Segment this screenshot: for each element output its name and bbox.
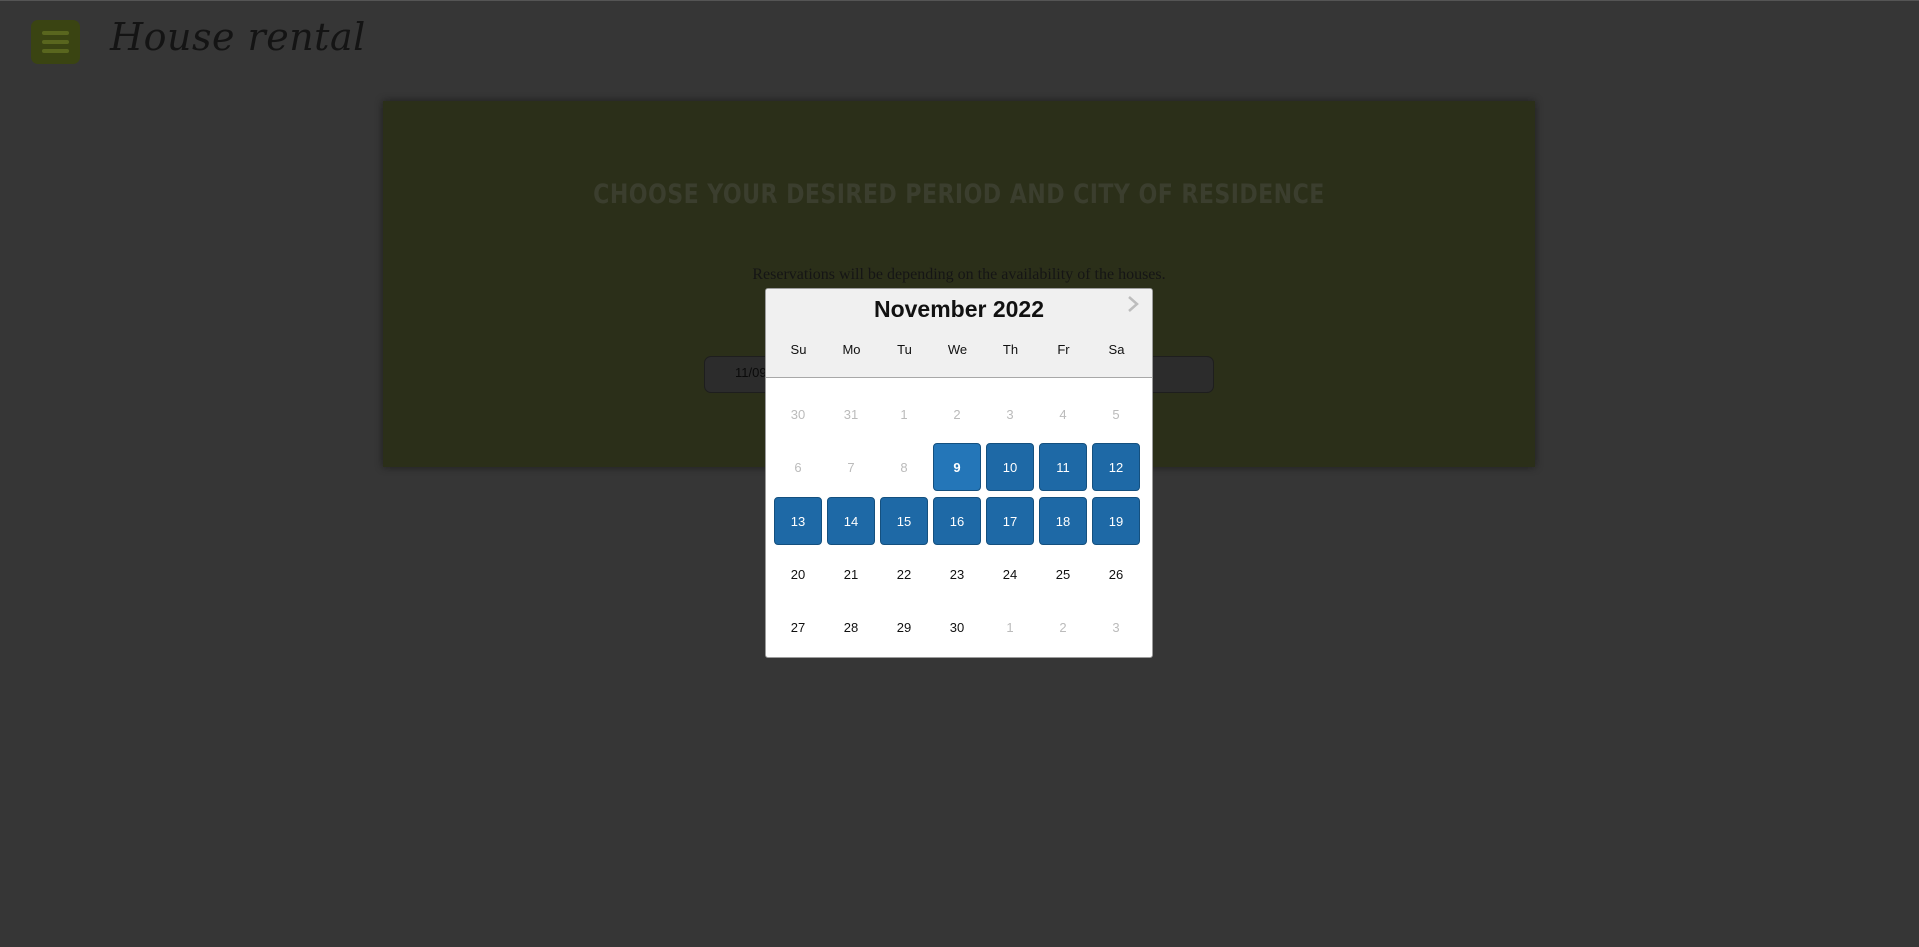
date-picker-popup: November 2022 Su Mo Tu We Th Fr Sa 30 31 1 2 3 4 5 6 7… [765,288,1153,658]
calendar-day[interactable]: 14 [827,497,875,545]
calendar-day: 6 [794,459,802,475]
calendar-day[interactable]: 28 [827,603,875,651]
calendar-day[interactable]: 30 [933,603,981,651]
calendar-day: 7 [847,459,855,475]
hamburger-menu-button[interactable] [31,20,80,64]
calendar-day[interactable]: 13 [774,497,822,545]
weekday-label: Sa [1108,342,1125,357]
calendar-day[interactable]: 11 [1039,443,1087,491]
calendar-header: November 2022 Su Mo Tu We Th Fr Sa [766,289,1152,378]
calendar-day[interactable]: 10 [986,443,1034,491]
calendar-day[interactable]: 18 [1039,497,1087,545]
calendar-day: 8 [900,459,908,475]
calendar-day[interactable]: 22 [880,550,928,598]
calendar-day: 2 [953,406,961,422]
calendar-day[interactable]: 23 [933,550,981,598]
calendar-day: 4 [1059,406,1067,422]
calendar-day: 2 [1059,619,1067,635]
panel-subtitle: Reservations will be depending on the av… [752,266,1166,283]
hamburger-menu-icon [42,31,69,35]
calendar-day[interactable]: 20 [774,550,822,598]
hamburger-menu-icon-bar [42,40,69,44]
calendar-day: 5 [1112,406,1120,422]
calendar-day[interactable]: 29 [880,603,928,651]
calendar-day[interactable]: 21 [827,550,875,598]
next-month-button[interactable] [1123,293,1143,315]
top-bar: House rental [0,0,1919,80]
calendar-day: 3 [1006,406,1014,422]
hamburger-menu-icon-bar [42,49,69,53]
weekday-label: Su [790,342,807,357]
calendar-day[interactable]: 15 [880,497,928,545]
chevron-right-icon [1128,296,1139,312]
calendar-day: 1 [1006,619,1014,635]
brand-logo-text[interactable]: House rental [110,15,366,59]
weekday-label: Mo [842,342,861,357]
weekday-label: Tu [897,342,912,357]
calendar-day[interactable]: 25 [1039,550,1087,598]
weekday-label: Fr [1057,342,1070,357]
calendar-day[interactable]: 19 [1092,497,1140,545]
calendar-day[interactable]: 26 [1092,550,1140,598]
calendar-day[interactable]: 12 [1092,443,1140,491]
panel-title: Choose your desired period and city of r… [593,179,1325,210]
weekday-label: We [947,342,968,357]
weekday-label: Th [1002,342,1019,357]
calendar-day[interactable]: 17 [986,497,1034,545]
calendar-day: 3 [1112,619,1120,635]
calendar-day: 1 [900,406,908,422]
calendar-day[interactable]: 16 [933,497,981,545]
calendar-day: 31 [843,406,859,422]
calendar-day: 30 [790,406,806,422]
calendar-day[interactable]: 9 [933,443,981,491]
calendar-day[interactable]: 24 [986,550,1034,598]
calendar-month-title: November 2022 [873,296,1045,322]
calendar-day[interactable]: 27 [774,603,822,651]
